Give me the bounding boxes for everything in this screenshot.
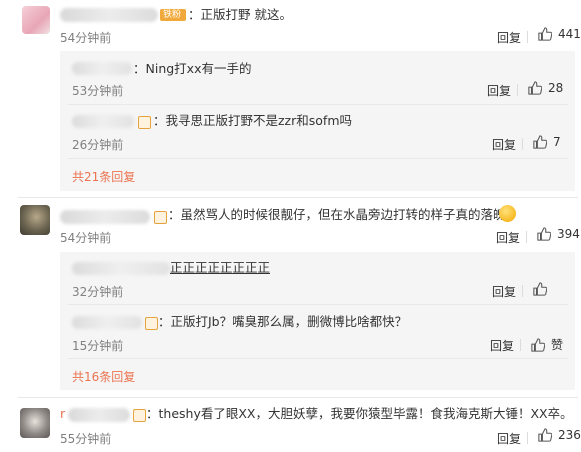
- separator: [517, 84, 518, 96]
- avatar[interactable]: [20, 205, 50, 235]
- reply-button[interactable]: 回复: [492, 283, 516, 300]
- divider: [68, 104, 568, 105]
- divider: [68, 158, 568, 159]
- divider: [68, 304, 568, 305]
- comment-time: 54分钟前: [60, 31, 112, 45]
- separator: [527, 432, 528, 444]
- thumbs-up-icon: [528, 81, 542, 95]
- like-count: 394: [557, 227, 580, 241]
- separator: [520, 339, 521, 351]
- thumbs-up-icon: [533, 282, 547, 296]
- more-replies-link[interactable]: 共21条回复: [72, 168, 135, 185]
- verified-badge: [145, 317, 158, 330]
- like-button[interactable]: 441: [538, 27, 581, 41]
- verified-badge: [138, 116, 151, 129]
- username-blurred[interactable]: [60, 210, 150, 224]
- comment-time: 55分钟前: [60, 432, 112, 446]
- reply-button[interactable]: 回复: [497, 430, 521, 447]
- avatar[interactable]: [22, 6, 50, 34]
- reply-text: 正正正正正正正正: [170, 260, 271, 275]
- like-button[interactable]: 236: [538, 428, 581, 442]
- thumbs-up-icon: [533, 135, 547, 149]
- emoji-icon: [499, 205, 516, 222]
- like-count: 28: [548, 81, 564, 95]
- like-count: 赞: [551, 338, 564, 352]
- reply-time: 26分钟前: [72, 138, 124, 152]
- verified-badge: [154, 211, 167, 224]
- comment-text: ：正版打野 就这。: [188, 7, 292, 22]
- username-blurred[interactable]: [72, 62, 132, 75]
- username-blurred[interactable]: [72, 262, 170, 275]
- separator: [522, 138, 523, 150]
- thumbs-up-icon: [531, 337, 545, 352]
- like-count: 441: [558, 27, 581, 41]
- username-prefix[interactable]: r: [60, 406, 65, 422]
- fan-badge: 铁粉: [160, 9, 186, 21]
- like-button[interactable]: 赞: [531, 336, 563, 353]
- reply-text: ：正版打Jb？嘴臭那么属，删微博比啥都快？: [158, 314, 408, 329]
- reply-button[interactable]: 回复: [492, 136, 516, 153]
- reply-time: 53分钟前: [72, 84, 124, 98]
- like-button[interactable]: [533, 282, 553, 296]
- divider: [68, 358, 568, 359]
- reply-button[interactable]: 回复: [487, 82, 511, 99]
- reply-time: 15分钟前: [72, 339, 124, 353]
- comment-divider: [18, 197, 578, 198]
- like-count: 236: [558, 428, 581, 442]
- username-blurred[interactable]: [60, 8, 158, 22]
- avatar[interactable]: [20, 408, 50, 438]
- reply-button[interactable]: 回复: [497, 29, 521, 46]
- reply-text: ：Ning打xx有一手的: [133, 61, 252, 76]
- comment-time: 54分钟前: [60, 231, 112, 245]
- username-blurred[interactable]: [72, 316, 142, 329]
- separator: [527, 31, 528, 43]
- reply-text: ：我寻思正版打野不是zzr和sofm吗: [153, 113, 352, 128]
- username-blurred[interactable]: [68, 408, 130, 422]
- like-count: 7: [553, 135, 561, 149]
- like-button[interactable]: 28: [528, 81, 563, 95]
- thumbs-up-icon: [537, 227, 551, 241]
- comment-text: ：theshy看了眼XX，大胆妖孽，我要你猿型毕露！食我海克斯大锤！XX卒。: [146, 406, 573, 421]
- thumbs-up-icon: [538, 27, 552, 41]
- thumbs-up-icon: [538, 428, 552, 442]
- reply-button[interactable]: 回复: [490, 337, 514, 354]
- separator: [526, 231, 527, 243]
- comment-divider: [18, 397, 578, 398]
- like-button[interactable]: 7: [533, 135, 561, 149]
- username-blurred[interactable]: [72, 115, 134, 128]
- verified-badge: [133, 409, 146, 422]
- like-button[interactable]: 394: [537, 227, 580, 241]
- reply-button[interactable]: 回复: [496, 229, 520, 246]
- more-replies-link[interactable]: 共16条回复: [72, 368, 135, 385]
- separator: [522, 285, 523, 297]
- reply-time: 32分钟前: [72, 285, 124, 299]
- comment-text: ：虽然骂人的时候很靓仔，但在水晶旁边打转的样子真的落魄。: [168, 207, 519, 222]
